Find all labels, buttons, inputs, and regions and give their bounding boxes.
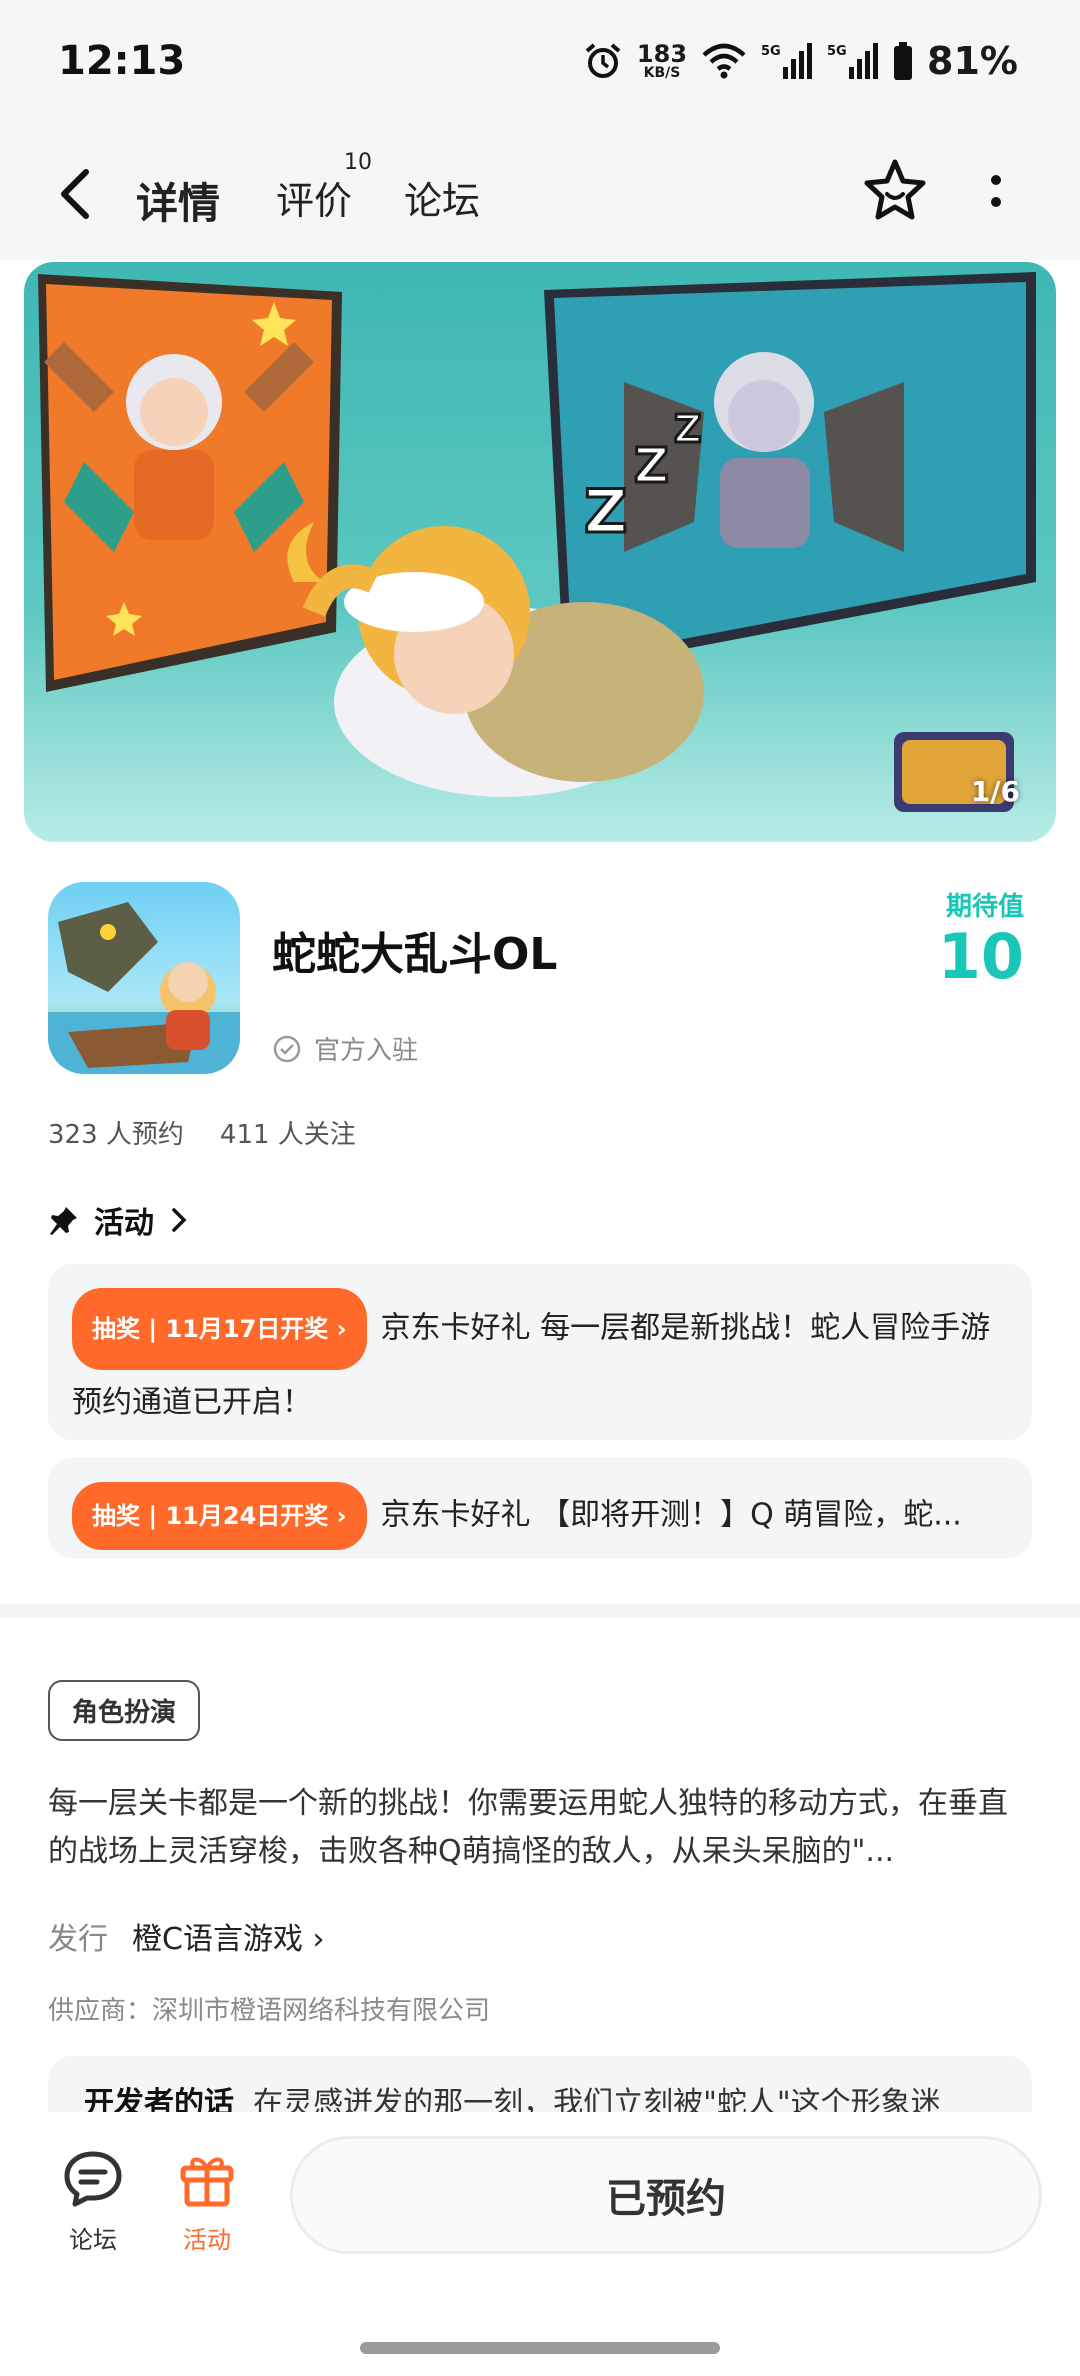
svg-text:5G: 5G (761, 44, 781, 59)
cell-signal-icon: 5G (761, 41, 813, 81)
alarm-icon (583, 41, 623, 81)
top-nav: 详情 评价 10 论坛 (0, 120, 1080, 260)
svg-text:5G: 5G (827, 44, 847, 59)
reservation-count: 323 人预约 (48, 1120, 184, 1150)
follower-count: 411 人关注 (219, 1120, 356, 1150)
bottom-forum-button[interactable]: 论坛 (48, 2146, 138, 2255)
battery-icon (893, 42, 913, 80)
developer-words-card[interactable]: 开发者的话 在灵感迸发的那一刻，我们立刻被"蛇人"这个形象迷 (48, 2056, 1032, 2112)
network-speed: 183 KB/S (636, 40, 688, 81)
more-menu-button[interactable] (976, 168, 1016, 218)
activity-card[interactable]: 抽奖 | 11月24日开奖 › 京东卡好礼 【即将开测！】Q 萌冒险，蛇... (48, 1458, 1032, 1558)
activity-card[interactable]: 抽奖 | 11月17日开奖 › 京东卡好礼 每一层都是新挑战！蛇人冒险手游预约通道… (48, 1264, 1032, 1440)
game-title: 蛇蛇大乱斗OL (272, 929, 558, 980)
home-indicator[interactable] (360, 2342, 720, 2354)
activity-section-header[interactable]: 活动 (48, 1198, 190, 1242)
bottom-activity-button[interactable]: 活动 (162, 2146, 252, 2255)
battery-percent: 81% (927, 39, 1018, 83)
status-icons: 183 KB/S 5G 5G 81% (583, 36, 1018, 86)
expectation-value: 10 (937, 920, 1024, 993)
activity-text: 京东卡好礼 【即将开测！】Q 萌冒险，蛇... (380, 1497, 962, 1533)
banner-carousel[interactable]: Z Z Z 1/6 (24, 262, 1056, 842)
genre-tag[interactable]: 角色扮演 (48, 1680, 201, 1741)
review-count-badge: 10 (344, 150, 372, 175)
section-divider (0, 1604, 1080, 1618)
wifi-icon (701, 43, 747, 79)
supplier-info: 供应商：深圳市橙语网络科技有限公司 (48, 1996, 491, 2026)
pin-icon (50, 1207, 77, 1235)
back-button[interactable] (52, 164, 102, 224)
favorite-button[interactable] (860, 156, 930, 226)
lottery-tag: 抽奖 | 11月17日开奖 › (72, 1288, 367, 1370)
svg-text:Z: Z (584, 477, 628, 547)
official-badge: 官方入驻 (272, 1030, 418, 1067)
banner-artwork: Z Z Z (38, 272, 1036, 812)
svg-text:Z: Z (634, 438, 669, 494)
back-arrow-icon (61, 169, 89, 219)
tab-forum[interactable]: 论坛 (404, 170, 480, 225)
publisher-row[interactable]: 发行 橙C语言游戏 › (48, 1914, 324, 1958)
tab-detail[interactable]: 详情 (132, 170, 225, 231)
bottom-action-bar: 论坛 活动 已预约 (0, 2112, 1080, 2376)
game-stats: 323 人预约 411 人关注 (48, 1114, 356, 1151)
gift-icon (180, 2157, 234, 2207)
tab-review[interactable]: 评价 10 (276, 150, 372, 225)
expectation-label: 期待值 (945, 892, 1024, 922)
reserved-button[interactable]: 已预约 (290, 2136, 1042, 2254)
chat-bubble-icon (64, 2151, 122, 2207)
game-app-icon (48, 882, 240, 1074)
more-vertical-icon (991, 175, 1001, 207)
svg-text:Z: Z (674, 407, 702, 451)
chevron-right-icon (172, 1208, 187, 1232)
verified-check-icon (273, 1035, 301, 1062)
expectation-score: 期待值 10 (938, 886, 1024, 991)
star-icon (864, 159, 926, 220)
lottery-tag: 抽奖 | 11月24日开奖 › (72, 1482, 367, 1550)
publisher-name: 橙C语言游戏 › (132, 1922, 325, 1957)
game-description[interactable]: 每一层关卡都是一个新的挑战！你需要运用蛇人独特的移动方式，在垂直的战场上灵活穿梭… (48, 1780, 1032, 1876)
publisher-label: 发行 (48, 1922, 108, 1957)
cell-signal-icon-2: 5G (827, 41, 879, 81)
banner-page-counter: 1/6 (970, 775, 1020, 808)
status-time: 12:13 (58, 38, 186, 84)
status-bar: 12:13 183 KB/S 5G 5G 81% (0, 0, 1080, 120)
